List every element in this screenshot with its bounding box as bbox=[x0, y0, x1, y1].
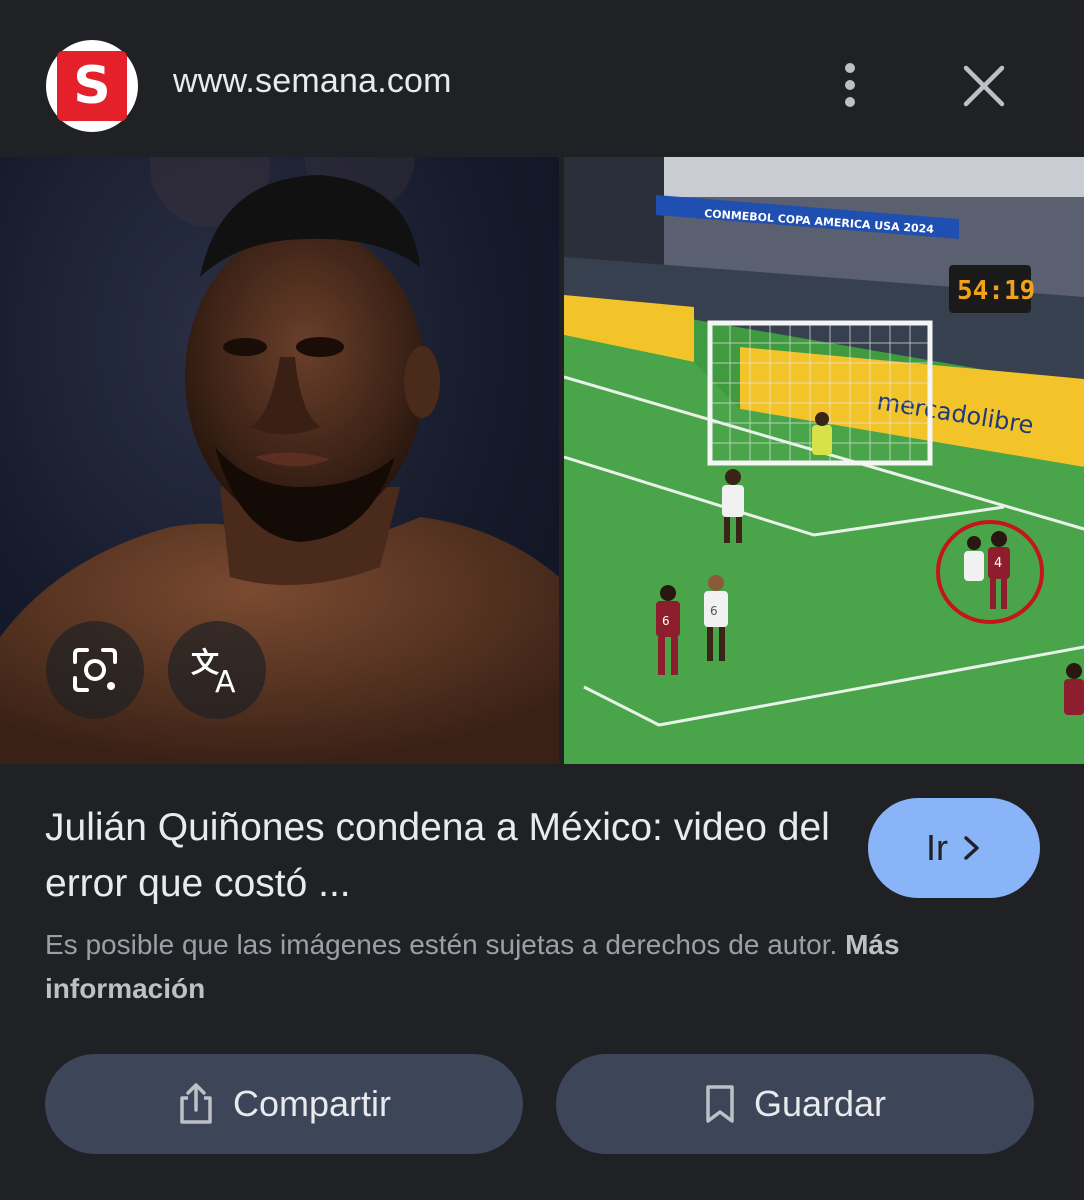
site-logo: S bbox=[46, 40, 138, 132]
go-button[interactable]: Ir bbox=[868, 798, 1040, 898]
player-number-6a: 6 bbox=[662, 614, 670, 628]
bookmark-icon bbox=[706, 1085, 734, 1123]
translate-button[interactable]: 文 A bbox=[168, 621, 266, 719]
share-button[interactable]: Compartir bbox=[45, 1054, 523, 1154]
save-button[interactable]: Guardar bbox=[556, 1054, 1034, 1154]
soccer-match-art: CONMEBOL COPA AMERICA USA 2024 54:19 mer… bbox=[564, 157, 1084, 764]
top-bar: S www.semana.com bbox=[0, 0, 1084, 157]
lens-search-button[interactable] bbox=[46, 621, 144, 719]
share-icon bbox=[180, 1083, 212, 1124]
lens-search-icon bbox=[73, 648, 117, 692]
go-button-label: Ir bbox=[926, 827, 948, 868]
copyright-notice: Es posible que las imágenes estén sujeta… bbox=[45, 923, 945, 1011]
player-portrait-image[interactable]: 文 A bbox=[0, 157, 559, 764]
copyright-text: Es posible que las imágenes estén sujeta… bbox=[45, 929, 838, 960]
player-number-4: 4 bbox=[994, 556, 1002, 571]
scoreboard-time: 54:19 bbox=[957, 276, 1035, 306]
more-vert-icon[interactable] bbox=[830, 60, 870, 110]
svg-text:A: A bbox=[215, 665, 236, 696]
image-preview: 文 A CONMEBOL COPA AMERICA USA 2024 54:19… bbox=[0, 157, 1084, 764]
share-button-label: Compartir bbox=[232, 1083, 392, 1124]
soccer-match-image[interactable]: CONMEBOL COPA AMERICA USA 2024 54:19 mer… bbox=[564, 157, 1084, 764]
close-icon[interactable] bbox=[958, 60, 1010, 112]
site-logo-badge: S bbox=[57, 51, 127, 121]
result-title[interactable]: Julián Quiñones condena a México: video … bbox=[45, 800, 835, 912]
player-number-6b: 6 bbox=[710, 604, 718, 618]
chevron-right-icon bbox=[964, 836, 979, 860]
site-url[interactable]: www.semana.com bbox=[173, 62, 452, 101]
save-button-label: Guardar bbox=[753, 1083, 887, 1124]
translate-icon: 文 A bbox=[191, 646, 236, 696]
